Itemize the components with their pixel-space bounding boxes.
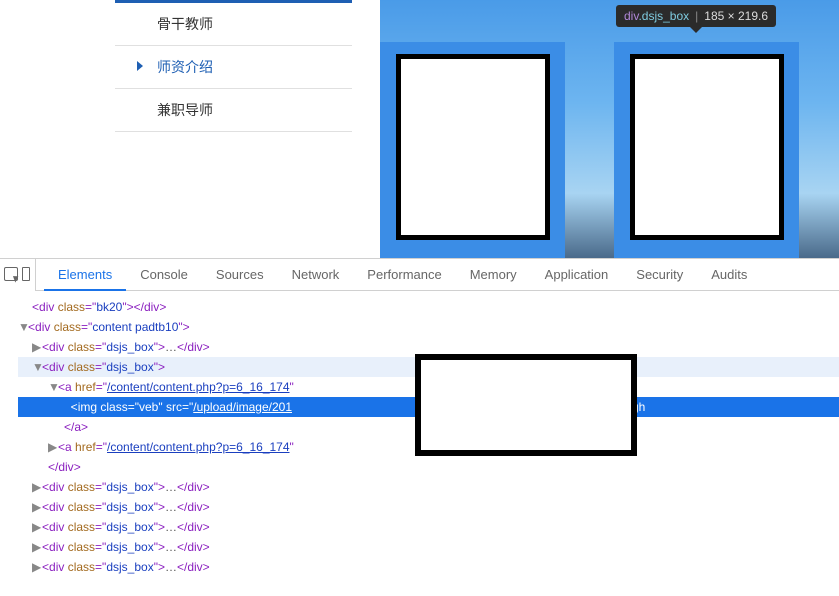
- inspect-element-icon[interactable]: [4, 267, 18, 281]
- devtools-tabs: Elements Console Sources Network Perform…: [36, 259, 839, 291]
- tooltip-tag: div: [624, 9, 638, 23]
- sidebar-item-faculty-intro[interactable]: 师资介绍: [115, 46, 352, 89]
- dom-line[interactable]: ▶<div class="dsjs_box">…</div>: [18, 497, 839, 517]
- sidebar-item-label: 兼职导师: [157, 102, 213, 118]
- expand-toggle-icon[interactable]: ▶: [32, 537, 42, 557]
- tab-network[interactable]: Network: [278, 259, 354, 291]
- sidebar-item-backbone-teachers[interactable]: 骨干教师: [115, 3, 352, 46]
- expand-toggle-icon[interactable]: ▼: [48, 377, 58, 397]
- image-preview-overlay: [415, 354, 637, 456]
- device-toolbar-icon[interactable]: [22, 267, 30, 281]
- tab-application[interactable]: Application: [531, 259, 623, 291]
- dom-line[interactable]: ▼<div class="content padtb10">: [18, 317, 839, 337]
- tab-elements[interactable]: Elements: [44, 259, 126, 291]
- expand-toggle-icon[interactable]: ▼: [32, 357, 42, 377]
- expand-toggle-icon[interactable]: ▼: [18, 317, 28, 337]
- tab-console[interactable]: Console: [126, 259, 202, 291]
- devtools-panel: Elements Console Sources Network Perform…: [0, 258, 839, 596]
- page-preview: 骨干教师 师资介绍 兼职导师 div.dsjs_box|185 × 219.6: [0, 0, 839, 258]
- tab-audits[interactable]: Audits: [697, 259, 761, 291]
- tab-security[interactable]: Security: [622, 259, 697, 291]
- expand-toggle-icon[interactable]: ▶: [32, 557, 42, 577]
- dsjs-box-card-highlighted[interactable]: [614, 42, 799, 262]
- dom-line[interactable]: ▶<div class="dsjs_box">…</div>: [18, 517, 839, 537]
- expand-toggle-icon[interactable]: ▶: [32, 337, 42, 357]
- expand-toggle-icon[interactable]: ▶: [32, 517, 42, 537]
- card-image-placeholder: [396, 54, 550, 240]
- sidebar-item-label: 师资介绍: [157, 59, 213, 75]
- content-background: [380, 0, 839, 258]
- expand-toggle-icon[interactable]: ▶: [48, 437, 58, 457]
- dom-line[interactable]: ▶<div class="dsjs_box">…</div>: [18, 557, 839, 577]
- sidebar-item-parttime-mentors[interactable]: 兼职导师: [115, 89, 352, 132]
- dom-line[interactable]: ▶<div class="dsjs_box">…</div>: [18, 477, 839, 497]
- sidebar: 骨干教师 师资介绍 兼职导师: [115, 0, 352, 132]
- tab-memory[interactable]: Memory: [456, 259, 531, 291]
- card-image-placeholder: [630, 54, 784, 240]
- devtools-icon-bar: [0, 259, 36, 291]
- tooltip-dimensions: 185 × 219.6: [704, 9, 768, 23]
- tab-performance[interactable]: Performance: [353, 259, 455, 291]
- expand-toggle-icon[interactable]: ▶: [32, 477, 42, 497]
- dsjs-box-card[interactable]: [380, 42, 565, 262]
- chevron-right-icon: [137, 61, 143, 71]
- expand-toggle-icon[interactable]: ▶: [32, 497, 42, 517]
- sidebar-item-label: 骨干教师: [157, 16, 213, 32]
- dom-line[interactable]: </div>: [18, 457, 839, 477]
- inspect-tooltip: div.dsjs_box|185 × 219.6: [616, 5, 776, 27]
- dom-line[interactable]: <div class="bk20"></div>: [18, 297, 839, 317]
- tooltip-class: .dsjs_box: [638, 9, 689, 23]
- dom-line[interactable]: ▶<div class="dsjs_box">…</div>: [18, 537, 839, 557]
- tab-sources[interactable]: Sources: [202, 259, 278, 291]
